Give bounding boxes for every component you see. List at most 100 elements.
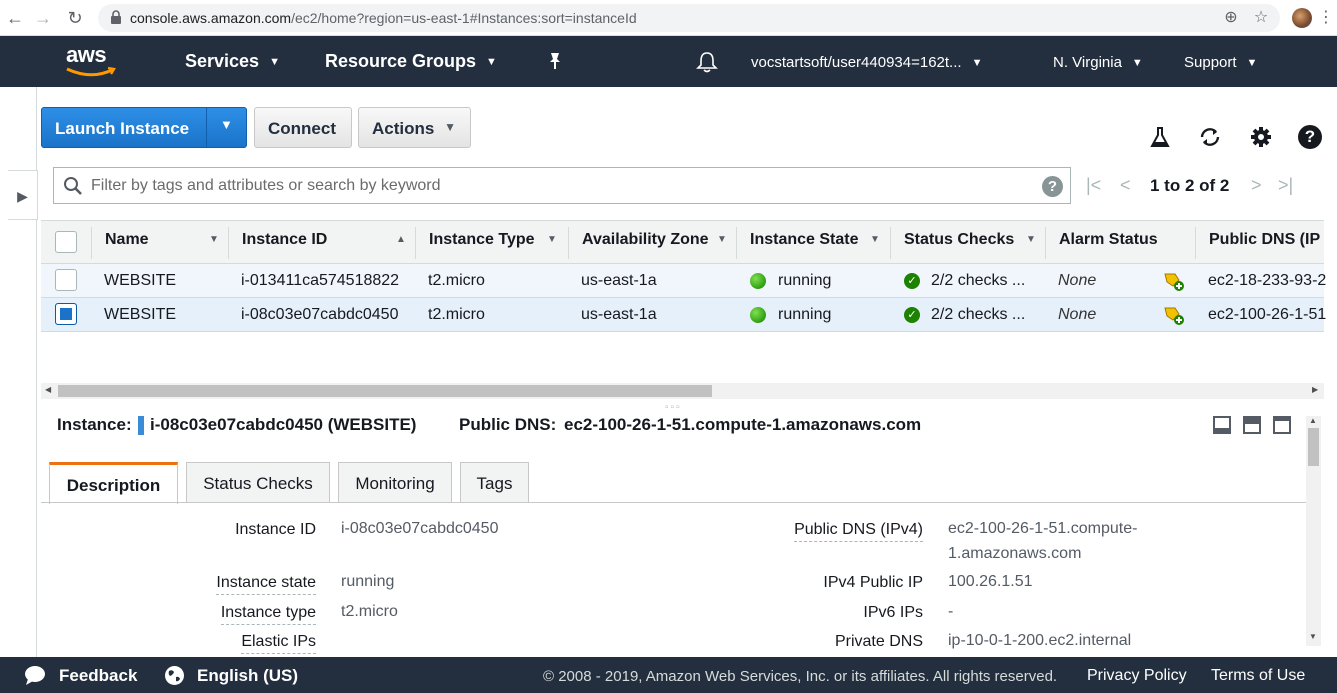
sort-caret-icon[interactable]: ▼ [547, 234, 557, 245]
tab-status-checks[interactable]: Status Checks [186, 462, 330, 503]
tab-monitoring[interactable]: Monitoring [338, 462, 452, 503]
search-filter[interactable]: Filter by tags and attributes or search … [53, 167, 1071, 204]
select-all-checkbox[interactable] [55, 231, 77, 253]
next-page-icon[interactable]: > [1251, 175, 1262, 196]
cell-alarm-status: None [1058, 306, 1097, 323]
aws-logo[interactable]: aws [64, 42, 118, 80]
sort-caret-icon[interactable]: ▼ [1026, 234, 1036, 245]
public-dns-value: ec2-100-26-1-51.compute-1.amazonaws.com [564, 415, 922, 434]
expand-sidebar-icon[interactable]: ▶ [8, 170, 38, 220]
region-menu[interactable]: N. Virginia ▼ [1053, 54, 1143, 71]
column-header-alarm-status[interactable]: Alarm Status [1059, 231, 1158, 249]
bell-icon[interactable] [696, 51, 718, 73]
table-horizontal-scrollbar[interactable]: ◀ ▶ [41, 383, 1324, 399]
connect-button[interactable]: Connect [254, 107, 352, 148]
refresh-icon[interactable] [1198, 125, 1222, 149]
bookmark-star-icon[interactable]: ☆ [1252, 9, 1270, 27]
cell-instance-state: running [778, 306, 832, 323]
cell-instance-id: i-013411ca574518822 [241, 272, 400, 289]
zoom-icon[interactable]: ⊕ [1222, 9, 1240, 27]
column-header-name[interactable]: Name [105, 231, 149, 249]
url-host: console.aws.amazon.com [130, 10, 292, 26]
column-header-public-dns[interactable]: Public DNS (IP [1209, 231, 1320, 249]
privacy-policy-link[interactable]: Privacy Policy [1087, 667, 1187, 685]
last-page-icon[interactable]: >| [1278, 175, 1293, 196]
row-checkbox[interactable] [55, 303, 77, 325]
layout-bottom-icon[interactable] [1213, 416, 1231, 434]
question-icon[interactable]: ? [1042, 176, 1063, 197]
field-value-instance-state: running [341, 573, 395, 590]
column-header-availability-zone[interactable]: Availability Zone [582, 231, 709, 249]
tab-description-label: Description [66, 476, 161, 495]
table-row[interactable]: WEBSITE i-013411ca574518822 t2.micro us-… [41, 264, 1326, 298]
url-text: console.aws.amazon.com/ec2/home?region=u… [130, 10, 637, 26]
table-row[interactable]: WEBSITE i-08c03e07cabdc0450 t2.micro us-… [41, 298, 1326, 332]
column-divider [228, 227, 229, 259]
reload-icon[interactable]: ↻ [64, 8, 86, 28]
cell-instance-state: running [778, 272, 832, 289]
chevron-down-icon: ▼ [1246, 57, 1258, 70]
browser-menu-icon[interactable]: ⋮ [1318, 8, 1334, 28]
actions-button[interactable]: Actions ▼ [358, 107, 471, 148]
column-header-instance-id[interactable]: Instance ID [242, 231, 327, 249]
detail-vertical-scrollbar[interactable]: ▲ ▼ [1306, 416, 1321, 646]
field-value-public-dns-line2: 1.amazonaws.com [948, 545, 1082, 562]
chevron-down-icon: ▼ [971, 57, 983, 70]
previous-page-icon[interactable]: < [1120, 175, 1131, 196]
feedback-link[interactable]: Feedback [59, 666, 137, 686]
terms-of-use-link[interactable]: Terms of Use [1211, 667, 1305, 685]
column-header-instance-type[interactable]: Instance Type [429, 231, 535, 249]
create-alarm-icon[interactable] [1161, 304, 1185, 326]
tab-status-checks-label: Status Checks [203, 474, 313, 493]
field-label-elastic-ips: Elastic IPs [241, 633, 316, 654]
tab-description[interactable]: Description [49, 462, 178, 504]
instance-label: Instance: [57, 415, 132, 434]
address-bar[interactable]: console.aws.amazon.com/ec2/home?region=u… [98, 4, 1280, 32]
cell-name: WEBSITE [104, 306, 177, 323]
column-header-status-checks[interactable]: Status Checks [904, 231, 1014, 249]
chevron-down-icon[interactable]: ▼ [220, 117, 233, 132]
create-alarm-icon[interactable] [1161, 270, 1185, 292]
support-menu[interactable]: Support ▼ [1184, 54, 1257, 71]
launch-instance-button[interactable]: Launch Instance ▼ [41, 107, 247, 148]
first-page-icon[interactable]: |< [1086, 175, 1101, 196]
scroll-left-icon[interactable]: ◀ [45, 385, 51, 394]
field-label-instance-id: Instance ID [235, 521, 316, 538]
tab-tags[interactable]: Tags [460, 462, 529, 503]
scroll-up-icon[interactable]: ▲ [1309, 416, 1317, 425]
back-arrow-icon[interactable]: ← [4, 8, 26, 28]
scroll-down-icon[interactable]: ▼ [1309, 632, 1317, 641]
running-status-icon [750, 307, 766, 323]
flask-icon[interactable] [1148, 125, 1172, 149]
sort-caret-icon[interactable]: ▼ [870, 234, 880, 245]
forward-arrow-icon[interactable]: → [32, 8, 54, 28]
language-selector[interactable]: English (US) [197, 666, 298, 686]
field-label-public-dns: Public DNS (IPv4) [794, 521, 923, 542]
layout-split-icon[interactable] [1243, 416, 1261, 434]
field-label-instance-type: Instance type [220, 604, 316, 625]
help-icon[interactable]: ? [1298, 125, 1322, 149]
row-checkbox[interactable] [55, 269, 77, 291]
check-icon: ✓ [904, 307, 920, 323]
services-menu[interactable]: Services ▼ [185, 51, 280, 72]
globe-icon [165, 666, 184, 685]
layout-full-icon[interactable] [1273, 416, 1291, 434]
gear-icon[interactable] [1249, 125, 1273, 149]
public-dns-label: Public DNS: [459, 415, 557, 434]
scroll-right-icon[interactable]: ▶ [1312, 385, 1318, 394]
sort-ascending-icon[interactable]: ▲ [396, 234, 406, 245]
sort-caret-icon[interactable]: ▼ [209, 234, 219, 245]
profile-avatar[interactable] [1292, 8, 1312, 28]
sort-caret-icon[interactable]: ▼ [717, 234, 727, 245]
column-divider [91, 227, 92, 259]
account-menu[interactable]: vocstartsoft/user440934=162t... ▼ [751, 54, 982, 71]
pin-icon[interactable] [546, 51, 564, 71]
search-placeholder: Filter by tags and attributes or search … [91, 177, 441, 194]
scrollbar-thumb[interactable] [58, 385, 712, 397]
scrollbar-thumb[interactable] [1308, 428, 1319, 466]
resize-grip-icon[interactable]: ▫▫▫ [665, 402, 682, 413]
resource-groups-menu[interactable]: Resource Groups ▼ [325, 51, 497, 72]
table-header: Name ▼ Instance ID ▲ Instance Type ▼ Ava… [41, 220, 1324, 264]
column-header-instance-state[interactable]: Instance State [750, 231, 858, 249]
column-divider [568, 227, 569, 259]
